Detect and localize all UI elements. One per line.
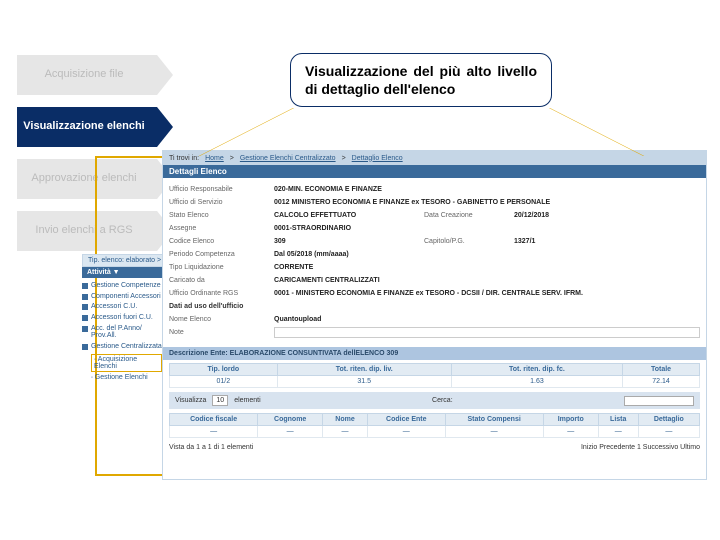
- breadcrumb-p2[interactable]: Dettaglio Elenco: [352, 155, 403, 162]
- side-link[interactable]: Gestione Centralizzata: [82, 343, 162, 351]
- table-row[interactable]: ————————: [170, 426, 700, 438]
- step-acquisizione[interactable]: Acquisizione file: [17, 55, 157, 95]
- search-input[interactable]: [624, 396, 694, 406]
- breadcrumb: Ti trovi in: Home > Gestione Elenchi Cen…: [163, 151, 706, 165]
- section-title: Dettagli Elenco: [163, 165, 706, 178]
- form-area: Ufficio Responsabile020-MIN. ECONOMIA E …: [163, 178, 706, 344]
- app-panel: Ti trovi in: Home > Gestione Elenchi Cen…: [162, 150, 707, 480]
- breadcrumb-home[interactable]: Home: [205, 155, 224, 162]
- side-link[interactable]: Gestione Competenze: [82, 282, 162, 290]
- note-input[interactable]: [274, 327, 700, 338]
- breadcrumb-p1[interactable]: Gestione Elenchi Centralizzato: [240, 155, 336, 162]
- desc-bar: Descrizione Ente: ELABORAZIONE CONSUNTIV…: [163, 347, 706, 360]
- side-link[interactable]: Acc. del P.Anno/ Prov.All.: [82, 325, 162, 340]
- side-link[interactable]: Accessori C.U.: [82, 303, 162, 311]
- totals-table: Tip. lordo Tot. riten. dip. liv. Tot. ri…: [169, 363, 700, 388]
- side-tab-attivita[interactable]: Attività ▼: [82, 267, 162, 278]
- detail-table: Codice fiscale Cognome Nome Codice Ente …: [169, 413, 700, 438]
- side-links: Attività ▼ Gestione Competenze Component…: [82, 267, 162, 381]
- footer-status: Vista da 1 a 1 di 1 elementi Inizio Prec…: [163, 441, 706, 457]
- step-visualizzazione[interactable]: Visualizzazione elenchi: [17, 107, 157, 147]
- side-link[interactable]: Accessori fuori C.U.: [82, 314, 162, 322]
- side-link-selected[interactable]: ◦ Acquisizione Elenchi: [91, 354, 162, 372]
- table-row[interactable]: 01/2 31.5 1.63 72.14: [170, 376, 700, 388]
- pagination-links[interactable]: Inizio Precedente 1 Successivo Ultimo: [581, 444, 700, 451]
- page-size-select[interactable]: 10: [212, 395, 228, 406]
- side-link[interactable]: Componenti Accessori: [82, 293, 162, 301]
- side-link[interactable]: ◦ Gestione Elenchi: [91, 374, 162, 381]
- pager-bar: Visualizza 10 elementi Cerca:: [169, 392, 700, 409]
- callout-bubble: Visualizzazione del più alto livello di …: [290, 53, 552, 107]
